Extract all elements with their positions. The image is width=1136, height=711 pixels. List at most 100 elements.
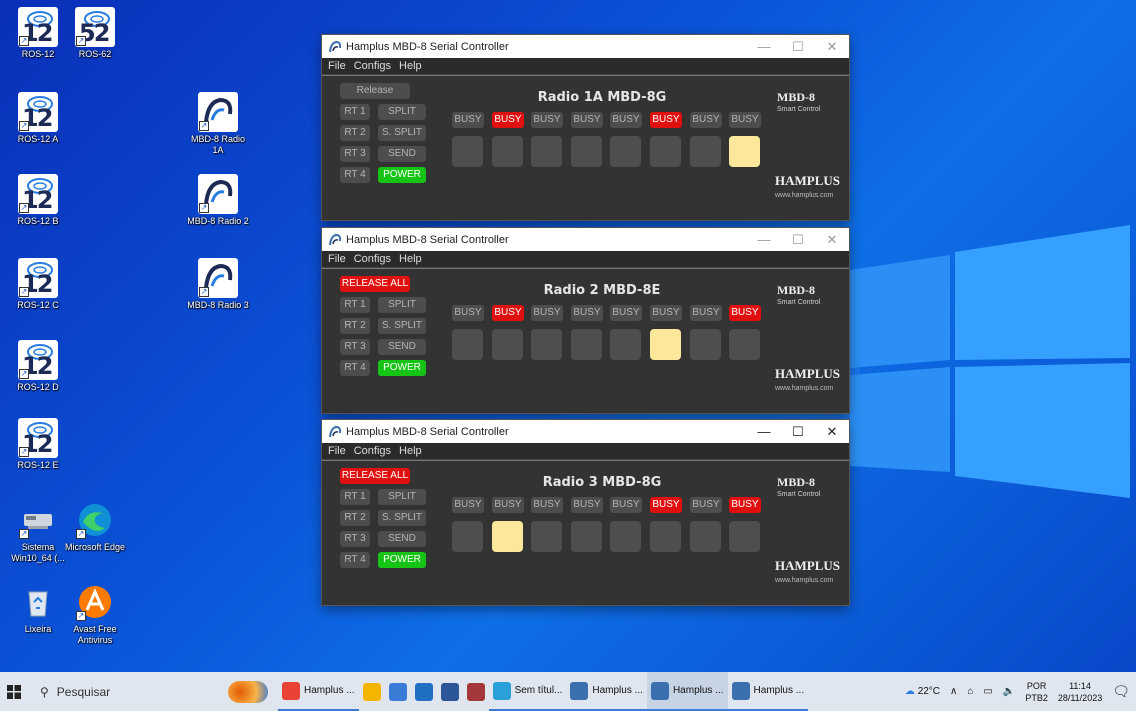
- minimize-button[interactable]: —: [747, 39, 781, 54]
- desktop-icon-ros-62[interactable]: 52 ↗ ROS-62: [64, 7, 126, 60]
- desktop-icon-ros-12-a[interactable]: 12 ↗ ROS-12 A: [7, 92, 69, 145]
- split-button[interactable]: SPLIT: [378, 104, 426, 120]
- desktop-icon-ros-12[interactable]: 12 ↗ ROS-12: [7, 7, 69, 60]
- antenna-port-button[interactable]: [650, 136, 681, 167]
- desktop-icon-mbd8-radio-1a[interactable]: ↗ MBD-8 Radio 1A: [187, 92, 249, 156]
- desktop-icon-edge[interactable]: ↗ Microsoft Edge: [64, 500, 126, 553]
- rt-2-button[interactable]: RT 2: [340, 318, 370, 334]
- antenna-port-button[interactable]: [452, 136, 483, 167]
- antenna-port-button[interactable]: [729, 136, 760, 167]
- language-indicator[interactable]: POR PTB2: [1025, 680, 1048, 704]
- taskbar-app-paint[interactable]: Sem títul...: [488, 672, 567, 711]
- rt-3-button[interactable]: RT 3: [340, 146, 370, 162]
- start-button[interactable]: [0, 672, 28, 711]
- rt-4-button[interactable]: RT 4: [340, 167, 370, 183]
- desktop-icon-ros-12-e[interactable]: 12 ↗ ROS-12 E: [7, 418, 69, 471]
- antenna-port-button[interactable]: [452, 521, 483, 552]
- antenna-port-button[interactable]: [492, 329, 523, 360]
- antenna-port-button[interactable]: [610, 329, 641, 360]
- taskbar-app-hamplus[interactable]: Hamplus ...: [566, 672, 647, 711]
- release-button[interactable]: Release: [340, 83, 410, 99]
- power-button[interactable]: POWER: [378, 552, 426, 568]
- minimize-button[interactable]: —: [747, 232, 781, 247]
- maximize-button[interactable]: ☐: [781, 232, 815, 248]
- taskbar-search-box[interactable]: ⚲ Pesquisar: [28, 672, 218, 711]
- antenna-port-button[interactable]: [452, 329, 483, 360]
- taskbar-app-mail[interactable]: [411, 672, 437, 711]
- antenna-port-button[interactable]: [571, 136, 602, 167]
- menu-file[interactable]: File: [328, 445, 346, 457]
- rt-1-button[interactable]: RT 1: [340, 489, 370, 505]
- window-titlebar[interactable]: Hamplus MBD-8 Serial Controller — ☐ ✕: [322, 420, 849, 443]
- release-button[interactable]: RELEASE ALL: [340, 276, 410, 292]
- menu-file[interactable]: File: [328, 253, 346, 265]
- news-widget[interactable]: [218, 680, 278, 703]
- send-button[interactable]: SEND: [378, 339, 426, 355]
- split-button[interactable]: SPLIT: [378, 489, 426, 505]
- s-split-button[interactable]: S. SPLIT: [378, 510, 426, 526]
- antenna-port-button[interactable]: [531, 521, 562, 552]
- menu-help[interactable]: Help: [399, 60, 422, 72]
- battery-icon[interactable]: ▭: [983, 686, 992, 697]
- antenna-port-button[interactable]: [690, 521, 721, 552]
- antenna-port-button[interactable]: [531, 136, 562, 167]
- maximize-button[interactable]: ☐: [781, 39, 815, 55]
- send-button[interactable]: SEND: [378, 146, 426, 162]
- volume-muted-icon[interactable]: 🔈: [1003, 686, 1015, 697]
- taskbar-app-hamplus[interactable]: Hamplus ...: [646, 672, 728, 711]
- window-titlebar[interactable]: Hamplus MBD-8 Serial Controller — ☐ ✕: [322, 228, 849, 251]
- close-button[interactable]: ✕: [815, 39, 849, 55]
- menu-file[interactable]: File: [328, 60, 346, 72]
- antenna-port-button[interactable]: [650, 329, 681, 360]
- taskbar-app-access[interactable]: [463, 672, 489, 711]
- desktop-icon-ros-12-b[interactable]: 12 ↗ ROS-12 B: [7, 174, 69, 227]
- antenna-port-button[interactable]: [571, 521, 602, 552]
- antenna-port-button[interactable]: [650, 521, 681, 552]
- notification-icon[interactable]: 🗨: [1112, 683, 1130, 700]
- rt-3-button[interactable]: RT 3: [340, 531, 370, 547]
- antenna-port-button[interactable]: [690, 329, 721, 360]
- antenna-port-button[interactable]: [531, 329, 562, 360]
- antenna-port-button[interactable]: [690, 136, 721, 167]
- rt-4-button[interactable]: RT 4: [340, 360, 370, 376]
- window-titlebar[interactable]: Hamplus MBD-8 Serial Controller — ☐ ✕: [322, 35, 849, 58]
- menu-configs[interactable]: Configs: [354, 253, 391, 265]
- rt-1-button[interactable]: RT 1: [340, 297, 370, 313]
- antenna-port-button[interactable]: [610, 521, 641, 552]
- rt-2-button[interactable]: RT 2: [340, 510, 370, 526]
- antenna-port-button[interactable]: [610, 136, 641, 167]
- rt-4-button[interactable]: RT 4: [340, 552, 370, 568]
- taskbar-app-chrome[interactable]: Hamplus ...: [278, 672, 359, 711]
- menu-help[interactable]: Help: [399, 445, 422, 457]
- rt-1-button[interactable]: RT 1: [340, 104, 370, 120]
- taskbar-app-store[interactable]: [385, 672, 411, 711]
- tray-chevron-icon[interactable]: ∧: [950, 686, 957, 697]
- desktop-icon-ros-12-c[interactable]: 12 ↗ ROS-12 C: [7, 258, 69, 311]
- release-button[interactable]: RELEASE ALL: [340, 468, 410, 484]
- maximize-button[interactable]: ☐: [781, 424, 815, 440]
- menu-configs[interactable]: Configs: [354, 60, 391, 72]
- close-button[interactable]: ✕: [815, 424, 849, 440]
- desktop-icon-mbd8-radio-2[interactable]: ↗ MBD-8 Radio 2: [187, 174, 249, 227]
- desktop-icon-sistema[interactable]: ↗ Sistema Win10_64 (...: [7, 500, 69, 564]
- clock[interactable]: 11:14 28/11/2023: [1058, 680, 1102, 704]
- menu-help[interactable]: Help: [399, 253, 422, 265]
- menu-configs[interactable]: Configs: [354, 445, 391, 457]
- s-split-button[interactable]: S. SPLIT: [378, 318, 426, 334]
- antenna-port-button[interactable]: [492, 136, 523, 167]
- antenna-port-button[interactable]: [729, 521, 760, 552]
- desktop-icon-mbd8-radio-3[interactable]: ↗ MBD-8 Radio 3: [187, 258, 249, 311]
- close-button[interactable]: ✕: [815, 232, 849, 248]
- rt-3-button[interactable]: RT 3: [340, 339, 370, 355]
- desktop-icon-avast[interactable]: ↗ Avast Free Antivirus: [64, 582, 126, 646]
- taskbar-app-word[interactable]: [437, 672, 463, 711]
- antenna-port-button[interactable]: [492, 521, 523, 552]
- power-button[interactable]: POWER: [378, 167, 426, 183]
- send-button[interactable]: SEND: [378, 531, 426, 547]
- antenna-port-button[interactable]: [571, 329, 602, 360]
- weather-widget[interactable]: ☁ 22°C: [905, 686, 940, 697]
- minimize-button[interactable]: —: [747, 424, 781, 439]
- s-split-button[interactable]: S. SPLIT: [378, 125, 426, 141]
- rt-2-button[interactable]: RT 2: [340, 125, 370, 141]
- desktop-icon-ros-12-d[interactable]: 12 ↗ ROS-12 D: [7, 340, 69, 393]
